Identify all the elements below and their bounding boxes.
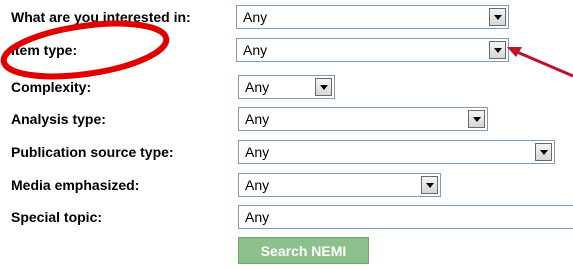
complexity-value: Any [245,79,270,95]
media-emphasized-label: Media emphasized: [11,177,140,193]
analysis-type-select[interactable]: Any [238,107,488,131]
chevron-down-icon[interactable] [489,41,506,59]
media-emphasized-select[interactable]: Any [238,173,441,197]
interest-value: Any [243,9,268,25]
item-type-label: Item type: [11,42,78,58]
special-topic-value: Any [245,209,270,225]
pointer-arrow [516,50,573,78]
special-topic-select[interactable]: Any [238,205,573,229]
chevron-down-icon[interactable] [421,176,438,194]
chevron-down-icon[interactable] [468,110,485,128]
interest-select[interactable]: Any [236,5,509,29]
special-topic-label: Special topic: [11,209,103,225]
chevron-down-icon[interactable] [315,78,332,96]
interest-label: What are you interested in: [11,9,191,25]
search-nemi-button[interactable]: Search NEMI [238,237,369,264]
analysis-type-label: Analysis type: [11,111,106,127]
item-type-select[interactable]: Any [236,38,509,62]
publication-source-value: Any [245,144,270,160]
media-emphasized-value: Any [245,177,270,193]
publication-source-select[interactable]: Any [238,140,555,164]
complexity-label: Complexity: [11,79,92,95]
item-type-value: Any [243,42,268,58]
complexity-select[interactable]: Any [238,75,335,99]
chevron-down-icon[interactable] [489,8,506,26]
analysis-type-value: Any [245,111,270,127]
chevron-down-icon[interactable] [535,143,552,161]
pointer-arrow-head [507,47,522,57]
publication-source-label: Publication source type: [11,144,174,160]
